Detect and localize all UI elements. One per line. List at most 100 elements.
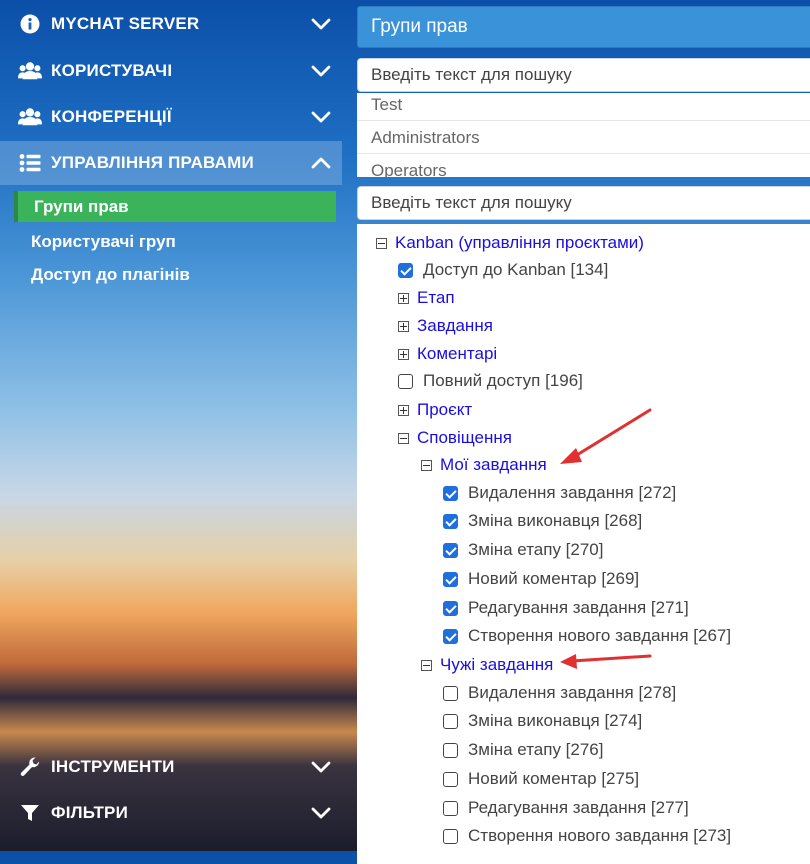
checkbox-my-create-task[interactable] bbox=[443, 628, 458, 644]
tree-node-label[interactable]: Коментарі bbox=[417, 344, 497, 364]
nav-rights-management[interactable]: УПРАВЛІННЯ ПРАВАМИ bbox=[0, 141, 342, 185]
tree-node-full-access: Повний доступ [196] bbox=[398, 369, 583, 393]
tree-leaf: Видалення завдання [272] bbox=[443, 481, 676, 505]
chevron-down-icon[interactable] bbox=[310, 13, 332, 35]
nav-tools[interactable]: ІНСТРУМЕНТИ bbox=[0, 745, 342, 789]
nav-rights-management-label: УПРАВЛІННЯ ПРАВАМИ bbox=[51, 153, 254, 172]
tree-node-label: Створення нового завдання [273] bbox=[468, 826, 732, 845]
tree-node-kanban-access: Доступ до Kanban [134] bbox=[398, 258, 608, 282]
sidebar-item-label: Користувачі груп bbox=[31, 231, 176, 251]
filter-icon bbox=[18, 801, 42, 825]
checkbox-my-change-stage[interactable] bbox=[443, 542, 458, 558]
sidebar: MYCHAT SERVER КОРИСТУВАЧІ КОНФЕРЕНЦІЇ УП… bbox=[0, 0, 342, 851]
tree-node-label: Видалення завдання [272] bbox=[468, 483, 677, 502]
tree-node-label[interactable]: Завдання bbox=[417, 316, 493, 336]
checkbox-full-access[interactable] bbox=[398, 373, 413, 389]
tree-leaf: Зміна виконавця [274] bbox=[443, 709, 642, 733]
tree-node-label[interactable]: Етап bbox=[417, 288, 455, 308]
nav-mychat-server[interactable]: MYCHAT SERVER bbox=[0, 2, 342, 46]
users-icon bbox=[18, 59, 42, 83]
nav-tools-label: ІНСТРУМЕНТИ bbox=[51, 757, 175, 776]
sidebar-item-rights-groups[interactable]: Групи прав bbox=[14, 191, 336, 222]
tree-node-label: Зміна етапу [270] bbox=[468, 540, 604, 559]
groups-list: Test Administrators Operators bbox=[357, 93, 810, 177]
tree-node-my-tasks: Мої завдання bbox=[421, 453, 547, 477]
sidebar-item-label: Доступ до плагінів bbox=[31, 264, 190, 284]
checkbox-others-delete-task[interactable] bbox=[443, 685, 458, 701]
nav-filters[interactable]: ФІЛЬТРИ bbox=[0, 791, 342, 835]
sidebar-item-group-users[interactable]: Користувачі груп bbox=[14, 226, 336, 257]
tree-node-label: Доступ до Kanban [134] bbox=[423, 260, 609, 279]
page-title: Групи прав bbox=[357, 6, 810, 48]
tree-leaf: Новий коментар [275] bbox=[443, 767, 639, 791]
list-item-group[interactable]: Administrators bbox=[357, 121, 810, 154]
checkbox-others-new-comment[interactable] bbox=[443, 771, 458, 787]
nav-users-label: КОРИСТУВАЧІ bbox=[51, 61, 173, 80]
tree-node-label[interactable]: Сповіщення bbox=[417, 428, 512, 448]
collapse-toggle-icon[interactable] bbox=[376, 237, 387, 249]
tree-node-label: Повний доступ [196] bbox=[423, 371, 583, 390]
tree-leaf: Новий коментар [269] bbox=[443, 567, 639, 591]
chevron-down-icon[interactable] bbox=[310, 756, 332, 778]
tree-node-kanban: Kanban (управління проєктами) bbox=[376, 231, 644, 255]
checkbox-others-edit-task[interactable] bbox=[443, 800, 458, 816]
collapse-toggle-icon[interactable] bbox=[421, 659, 432, 671]
tree-node-label: Редагування завдання [271] bbox=[468, 598, 689, 617]
expand-toggle-icon[interactable] bbox=[398, 292, 409, 304]
tree-node-label[interactable]: Чужі завдання bbox=[440, 655, 553, 675]
checkbox-my-delete-task[interactable] bbox=[443, 485, 458, 501]
collapse-toggle-icon[interactable] bbox=[398, 432, 409, 444]
rights-search-input[interactable] bbox=[357, 186, 810, 220]
tree-node-notifications: Сповіщення bbox=[398, 426, 512, 450]
expand-toggle-icon[interactable] bbox=[398, 320, 409, 332]
list-item-group[interactable]: Operators bbox=[357, 154, 810, 177]
chevron-down-icon[interactable] bbox=[310, 60, 332, 82]
info-icon bbox=[18, 12, 42, 36]
checkbox-kanban-access[interactable] bbox=[398, 262, 413, 278]
groups-search-input[interactable] bbox=[357, 58, 810, 92]
checkbox-my-edit-task[interactable] bbox=[443, 600, 458, 616]
list-icon bbox=[18, 151, 42, 175]
page-title-text: Групи прав bbox=[371, 16, 468, 37]
rights-tree: Kanban (управління проєктами) Доступ до … bbox=[357, 224, 810, 864]
expand-toggle-icon[interactable] bbox=[398, 348, 409, 360]
tree-node-label: Видалення завдання [278] bbox=[468, 683, 677, 702]
chevron-down-icon[interactable] bbox=[310, 106, 332, 128]
tree-leaf: Зміна виконавця [268] bbox=[443, 509, 642, 533]
tree-node-project: Проєкт bbox=[398, 398, 472, 422]
sidebar-item-label: Групи прав bbox=[34, 196, 129, 216]
tree-leaf: Зміна етапу [276] bbox=[443, 738, 603, 762]
tree-node-label[interactable]: Kanban (управління проєктами) bbox=[395, 233, 644, 253]
tree-node-label: Новий коментар [275] bbox=[468, 769, 640, 788]
tree-node-comments: Коментарі bbox=[398, 342, 497, 366]
annotation-arrow-icon bbox=[560, 408, 652, 464]
chevron-down-icon[interactable] bbox=[310, 802, 332, 824]
checkbox-others-change-stage[interactable] bbox=[443, 742, 458, 758]
tree-node-label: Новий коментар [269] bbox=[468, 569, 640, 588]
nav-filters-label: ФІЛЬТРИ bbox=[51, 803, 129, 822]
tree-node-stage: Етап bbox=[398, 286, 455, 310]
sidebar-item-plugin-access[interactable]: Доступ до плагінів bbox=[14, 259, 336, 290]
tree-node-others-tasks: Чужі завдання bbox=[421, 653, 553, 677]
wrench-icon bbox=[18, 755, 42, 779]
collapse-toggle-icon[interactable] bbox=[421, 459, 432, 471]
checkbox-others-create-task[interactable] bbox=[443, 828, 458, 844]
checkbox-my-change-assignee[interactable] bbox=[443, 513, 458, 529]
nav-conferences[interactable]: КОНФЕРЕНЦІЇ bbox=[0, 95, 342, 139]
users-icon bbox=[18, 105, 42, 129]
checkbox-my-new-comment[interactable] bbox=[443, 571, 458, 587]
tree-node-label: Редагування завдання [277] bbox=[468, 798, 689, 817]
tree-node-label[interactable]: Мої завдання bbox=[440, 455, 547, 475]
nav-mychat-server-label: MYCHAT SERVER bbox=[51, 14, 200, 33]
annotation-arrow-icon bbox=[560, 654, 652, 669]
list-item-group[interactable]: Test bbox=[357, 93, 810, 121]
expand-toggle-icon[interactable] bbox=[398, 404, 409, 416]
tree-node-label: Створення нового завдання [267] bbox=[468, 626, 732, 645]
tree-leaf: Редагування завдання [277] bbox=[443, 796, 689, 820]
chevron-up-icon[interactable] bbox=[310, 152, 332, 174]
tree-leaf: Видалення завдання [278] bbox=[443, 681, 676, 705]
tree-node-tasks: Завдання bbox=[398, 314, 493, 338]
tree-node-label[interactable]: Проєкт bbox=[417, 400, 472, 420]
checkbox-others-change-assignee[interactable] bbox=[443, 713, 458, 729]
nav-users[interactable]: КОРИСТУВАЧІ bbox=[0, 49, 342, 93]
